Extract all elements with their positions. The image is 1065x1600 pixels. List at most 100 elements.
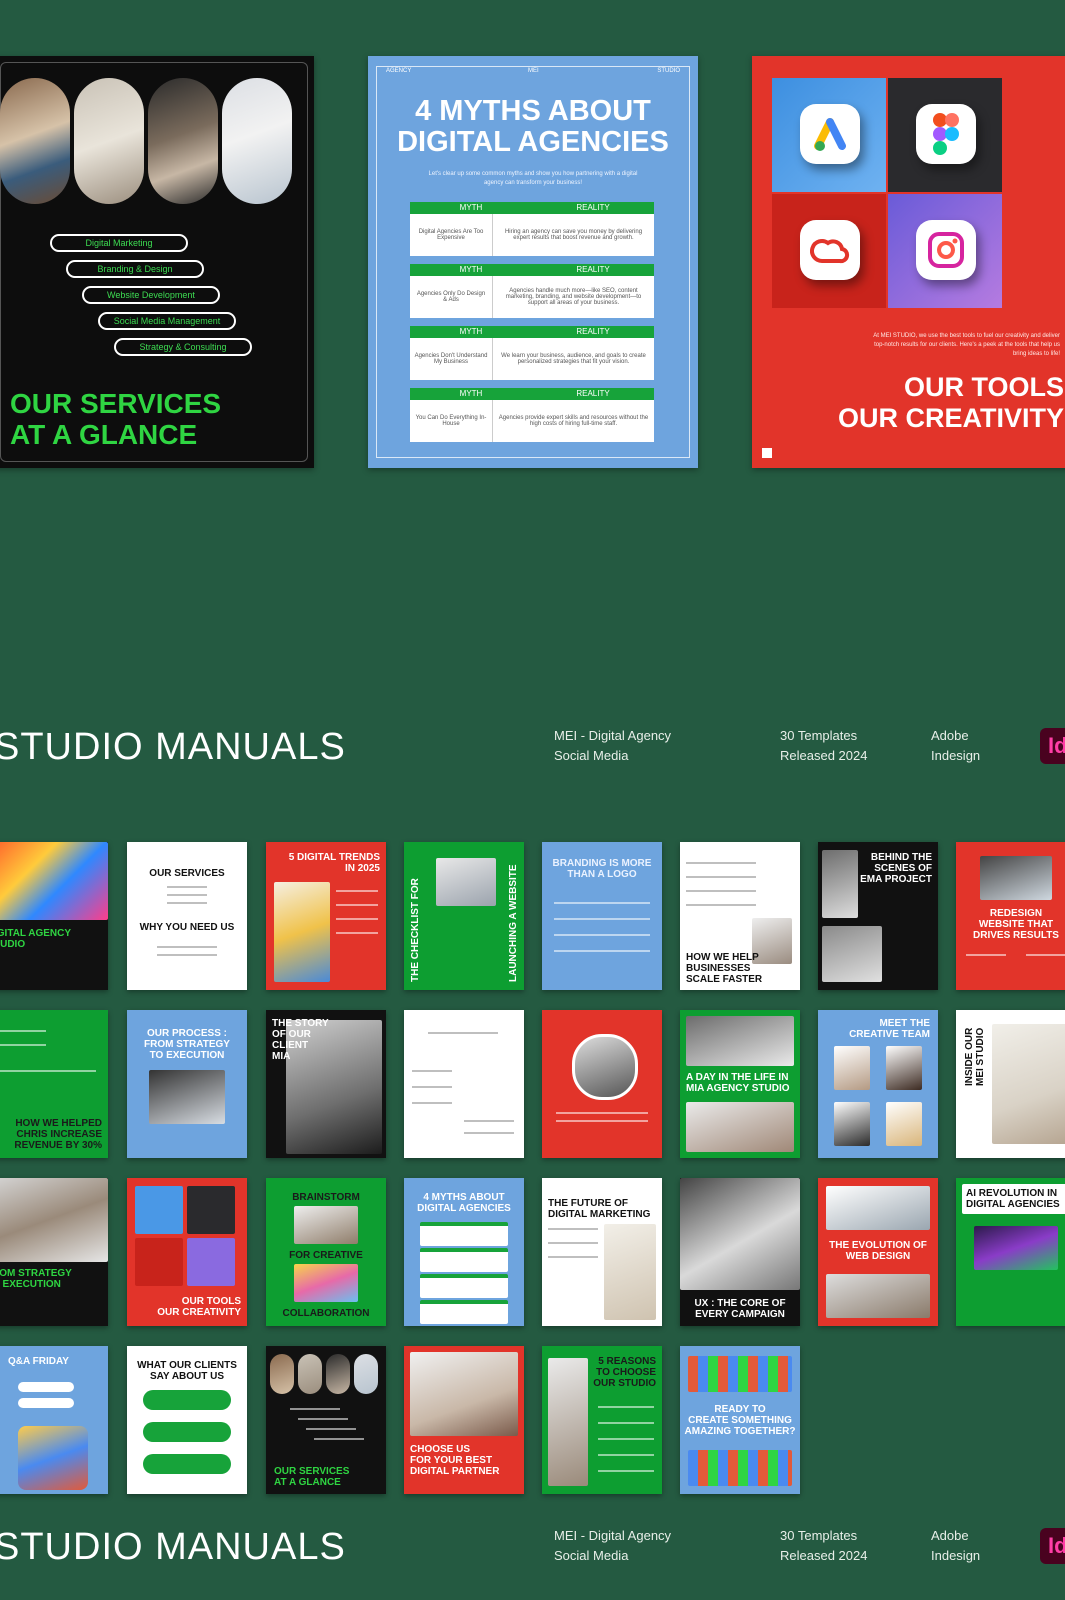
thumb-image: [354, 1354, 378, 1394]
thumb-behind-scenes[interactable]: BEHIND THE SCENES OF EMA PROJECT: [818, 842, 938, 990]
thumb-brainstorm[interactable]: BRAINSTORM FOR CREATIVE COLLABORATION: [266, 1178, 386, 1326]
thumb-future-marketing[interactable]: THE FUTURE OF DIGITAL MARKETING: [542, 1178, 662, 1326]
instagram-icon: [916, 220, 976, 280]
thumb-choose-us[interactable]: CHOOSE US FOR YOUR BEST DIGITAL PARTNER: [404, 1346, 524, 1494]
thumb-services-glance[interactable]: OUR SERVICES AT A GLANCE: [266, 1346, 386, 1494]
thumb-strategy-execution[interactable]: ROM STRATEGY O EXECUTION: [0, 1178, 108, 1326]
text-line: [1026, 954, 1065, 956]
thumb-case-study[interactable]: [404, 1010, 524, 1158]
thumb-digital-agency-studio[interactable]: IGITAL AGENCY TUDIO: [0, 842, 108, 990]
question-bubble: [18, 1398, 74, 1408]
thumb-title: BRANDING IS MORE THAN A LOGO: [552, 858, 652, 880]
thumb-branding[interactable]: BRANDING IS MORE THAN A LOGO: [542, 842, 662, 990]
text-line: [554, 918, 650, 920]
thumb-testimonial[interactable]: [542, 1010, 662, 1158]
thumb-image: [294, 1206, 358, 1244]
thumb-inside-studio[interactable]: INSIDE OUR MEI STUDIO: [956, 1010, 1065, 1158]
text-line: [412, 1086, 452, 1088]
text-line: [686, 876, 756, 878]
thumb-title: IGITAL AGENCY TUDIO: [0, 928, 72, 950]
meta-line: Indesign: [931, 1548, 981, 1563]
text-line: [298, 1418, 348, 1420]
thumb-ai-revolution[interactable]: AI REVOLUTION IN DIGITAL AGENCIES: [956, 1178, 1065, 1326]
thumb-evolution-web[interactable]: THE EVOLUTION OF WEB DESIGN: [818, 1178, 938, 1326]
thumb-ux-core[interactable]: UX : THE CORE OF EVERY CAMPAIGN: [680, 1178, 800, 1326]
photo-tablet: [74, 78, 144, 204]
text-line: [554, 902, 650, 904]
myth-row: [420, 1248, 508, 1272]
thumb-chris-revenue[interactable]: HOW WE HELPED CHRIS INCREASE REVENUE BY …: [0, 1010, 108, 1158]
tile-figma: [888, 78, 1002, 192]
myth-label: MYTH: [459, 265, 483, 274]
thumb-ready-to-create[interactable]: READY TO CREATE SOMETHING AMAZING TOGETH…: [680, 1346, 800, 1494]
thumb-image: [326, 1354, 350, 1394]
thumb-image: [686, 1102, 794, 1152]
slide-our-services[interactable]: Digital Marketing Branding & Design Webs…: [0, 56, 314, 468]
thumb-image: [974, 1226, 1058, 1270]
thumb-five-reasons[interactable]: 5 REASONS TO CHOOSE OUR STUDIO: [542, 1346, 662, 1494]
thumb-our-process[interactable]: OUR PROCESS : FROM STRATEGY TO EXECUTION: [127, 1010, 247, 1158]
myth-label: MYTH: [459, 203, 483, 212]
thumb-title: OUR SERVICES: [149, 868, 225, 879]
slide-four-myths[interactable]: AGENCY MEI STUDIO 4 MYTHS ABOUT DIGITAL …: [368, 56, 698, 468]
text-line: [598, 1470, 654, 1472]
thumb-image: [0, 842, 108, 920]
banner-title: STUDIO MANUALS: [0, 726, 346, 768]
thumb-checklist[interactable]: THE CHECKLIST FOR LAUNCHING A WEBSITE: [404, 842, 524, 990]
thumb-our-services[interactable]: OUR SERVICES WHY YOU NEED US: [127, 842, 247, 990]
text-line: [598, 1406, 654, 1408]
thumb-image: [822, 926, 882, 982]
myth-row: MYTH REALITY You Can Do Everything In-Hou…: [410, 388, 654, 442]
text-line: [157, 946, 217, 948]
thumb-day-in-life[interactable]: A DAY IN THE LIFE IN MIA AGENCY STUDIO: [680, 1010, 800, 1158]
team-photo: [886, 1046, 922, 1090]
text-line: [306, 1428, 356, 1430]
indesign-icon: Id: [1040, 1528, 1065, 1564]
thumb-our-tools[interactable]: OUR TOOLS OUR CREATIVITY: [127, 1178, 247, 1326]
myth-label: MYTH: [459, 327, 483, 336]
services-title-line1: OUR SERVICES: [10, 388, 222, 419]
photo-charts: [222, 78, 292, 204]
photo-desk-laptop: [0, 78, 70, 204]
thumb-four-myths[interactable]: 4 MYTHS ABOUT DIGITAL AGENCIES: [404, 1178, 524, 1326]
meta-line: Released 2024: [780, 748, 868, 763]
text-line: [556, 1120, 648, 1122]
thumb-digital-trends[interactable]: 5 DIGITAL TRENDS IN 2025: [266, 842, 386, 990]
thumb-title: WHAT OUR CLIENTS SAY ABOUT US: [137, 1360, 237, 1382]
thumb-title: BRAINSTORM: [292, 1192, 360, 1203]
text-line: [0, 1070, 96, 1072]
thumb-image: [18, 1426, 88, 1490]
text-line: [548, 1228, 598, 1230]
thumb-image: [826, 1274, 930, 1318]
thumb-image: [548, 1358, 588, 1486]
meta-line: Social Media: [554, 748, 629, 763]
myth-text: You Can Do Everything In-House: [410, 400, 493, 442]
text-line: [336, 932, 378, 934]
text-line: [314, 1438, 364, 1440]
thumb-title: 4 MYTHS ABOUT DIGITAL AGENCIES: [417, 1192, 511, 1214]
header-left: AGENCY: [386, 68, 412, 74]
thumb-qa-friday[interactable]: Q&A FRIDAY: [0, 1346, 108, 1494]
slide-our-tools[interactable]: At MEI STUDIO, we use the best tools to …: [752, 56, 1065, 468]
thumb-image: [688, 1356, 792, 1392]
text-line: [167, 886, 207, 888]
creative-cloud-icon: [135, 1238, 183, 1286]
thumb-image: [604, 1224, 656, 1320]
indesign-icon: Id: [1040, 728, 1065, 764]
thumb-how-we-help[interactable]: HOW WE HELP BUSINESSES SCALE FASTER: [680, 842, 800, 990]
thumb-client-story[interactable]: THE STORY OF OUR CLIENT MIA: [266, 1010, 386, 1158]
banner-meta-product: MEI - Digital Agency Social Media: [554, 1526, 671, 1566]
text-line: [412, 1070, 452, 1072]
text-line: [336, 890, 378, 892]
text-line: [598, 1454, 654, 1456]
thumb-meet-team[interactable]: MEET THE CREATIVE TEAM: [818, 1010, 938, 1158]
thumb-clients-say[interactable]: WHAT OUR CLIENTS SAY ABOUT US: [127, 1346, 247, 1494]
thumb-redesign-website[interactable]: REDESIGN WEBSITE THAT DRIVES RESULTS: [956, 842, 1065, 990]
myth-label: MYTH: [459, 389, 483, 398]
thumb-title: OUR SERVICES AT A GLANCE: [274, 1466, 350, 1488]
thumb-title: HOW WE HELP BUSINESSES SCALE FASTER: [686, 952, 763, 985]
thumb-title: COLLABORATION: [282, 1308, 370, 1319]
figma-icon: [187, 1186, 235, 1234]
myth-text: Agencies Only Do Design & Ads: [410, 276, 493, 318]
text-line: [686, 904, 756, 906]
